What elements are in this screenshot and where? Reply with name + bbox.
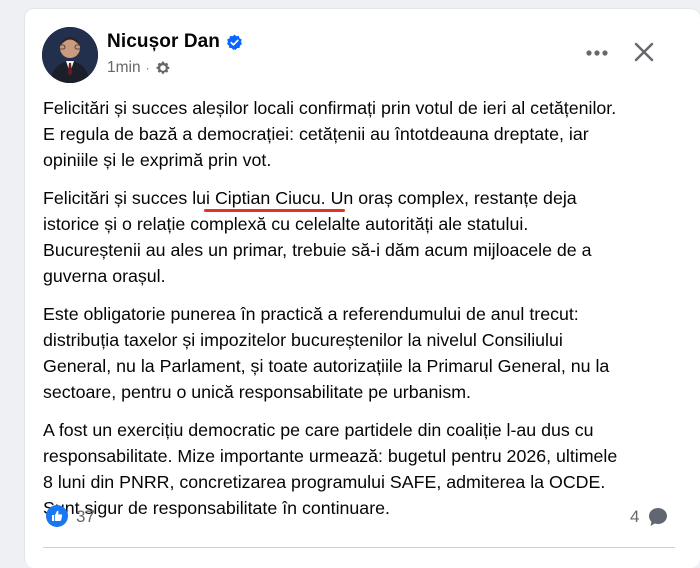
- text-line: guverna orașul.: [43, 266, 166, 286]
- reactions-bar: 37 4: [43, 503, 683, 537]
- text-line: distribuția taxelor și impozitelor bucur…: [43, 330, 563, 350]
- close-icon: [634, 42, 654, 62]
- divider: [43, 547, 675, 548]
- underlined-name-highlight: i Ciptian Ciucu. U: [206, 188, 344, 208]
- paragraph-3: Este obligatorie punerea în practică a r…: [43, 301, 695, 405]
- like-count[interactable]: 37: [76, 507, 95, 527]
- text-line: Felicitări și succes lui Ciptian Ciucu. …: [43, 185, 695, 211]
- verified-badge-icon: [226, 34, 243, 51]
- text-line: Este obligatorie punerea în practică a r…: [43, 304, 579, 324]
- text-segment: n oraș complex, restanțe deja: [343, 188, 577, 208]
- author-name[interactable]: Nicușor Dan: [107, 31, 220, 53]
- text-line: E regula de bază a democrației: cetățeni…: [43, 124, 589, 144]
- post-meta: 1min ·: [107, 59, 171, 77]
- text-line: sectoare, pentru o unică responsabilitat…: [43, 382, 471, 402]
- author-avatar[interactable]: [42, 27, 98, 83]
- post-text: Felicitări și succes aleșilor locali con…: [43, 95, 695, 533]
- comment-count[interactable]: 4: [630, 507, 639, 527]
- comment-icon[interactable]: [647, 506, 669, 528]
- post-card: Nicușor Dan 1min · Felicitări și succes …: [24, 8, 700, 568]
- more-dots-icon: [586, 50, 608, 56]
- meta-separator: ·: [145, 61, 150, 75]
- text-line: Felicitări și succes aleșilor locali con…: [43, 98, 617, 118]
- paragraph-2: Felicitări și succes lui Ciptian Ciucu. …: [43, 185, 695, 289]
- gear-icon[interactable]: [155, 60, 171, 76]
- close-button[interactable]: [628, 36, 660, 68]
- text-line: istorice și o relație complexă cu celela…: [43, 214, 529, 234]
- more-options-button[interactable]: [580, 39, 614, 67]
- text-line: responsabilitate. Mize importante urmeaz…: [43, 446, 618, 466]
- text-line: Bucureștenii au ales un primar, trebuie …: [43, 240, 592, 260]
- paragraph-1: Felicitări și succes aleșilor locali con…: [43, 95, 695, 173]
- text-line: A fost un exercițiu democratic pe care p…: [43, 420, 594, 440]
- text-line: 8 luni din PNRR, concretizarea programul…: [43, 472, 606, 492]
- text-line: General, nu la Parlament, și toate autor…: [43, 356, 610, 376]
- post-timestamp[interactable]: 1min: [107, 59, 141, 77]
- author-header: Nicușor Dan: [107, 31, 243, 53]
- text-segment: Felicitări și succes lu: [43, 188, 207, 208]
- text-line: opiniile și le exprimă prin vot.: [43, 150, 272, 170]
- like-reaction-icon[interactable]: [46, 505, 68, 527]
